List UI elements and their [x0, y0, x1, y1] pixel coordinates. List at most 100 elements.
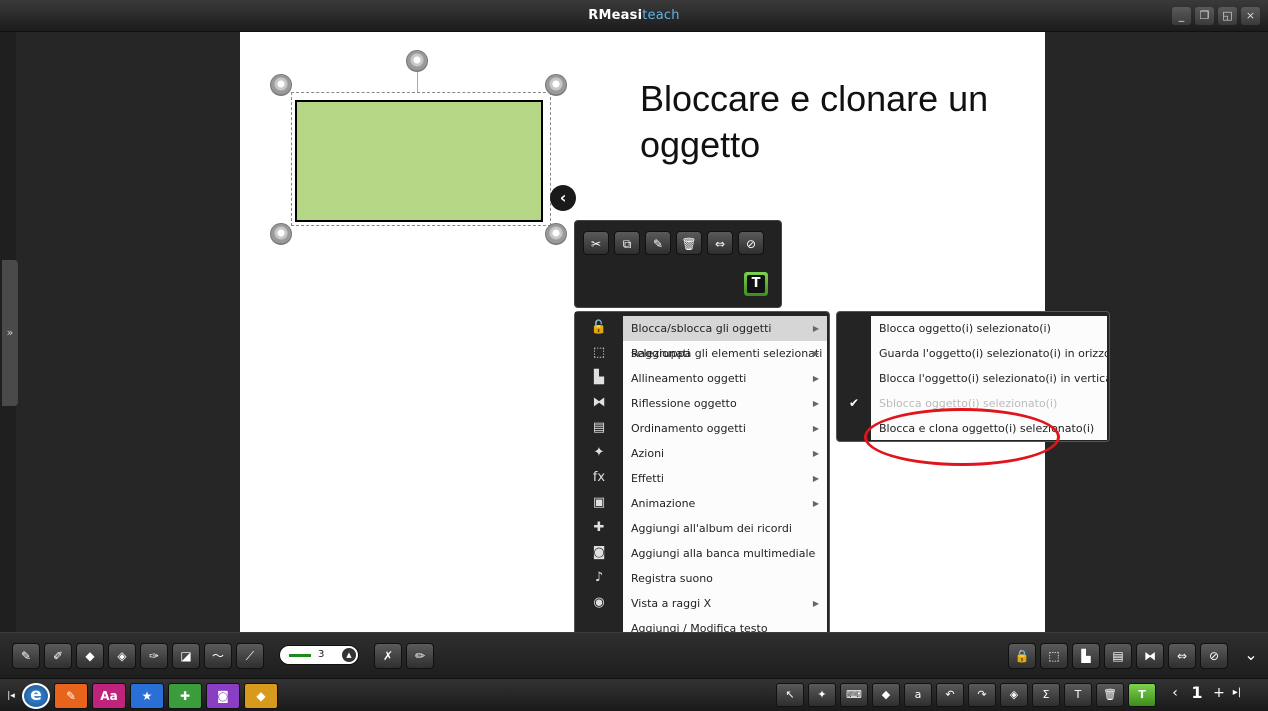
add-page-button[interactable]: + — [1212, 685, 1226, 701]
fill-icon[interactable]: ◈ — [108, 643, 136, 669]
copy-icon[interactable]: ⧉ — [614, 231, 640, 255]
first-page-button[interactable]: |◂ — [4, 691, 18, 701]
select-icon[interactable]: ↖ — [776, 683, 804, 707]
link-icon[interactable]: ⇔ — [1168, 643, 1196, 669]
submenu-item[interactable]: Guarda l'oggetto(i) selezionato(i) in or… — [871, 341, 1107, 366]
ruler-icon[interactable]: ✏ — [406, 643, 434, 669]
actions-icon: ✦ — [593, 445, 605, 460]
resize-handle-top-left[interactable] — [270, 74, 292, 96]
context-menu-item-label: Aggiungi alla banca multimediale — [631, 547, 816, 560]
text-cursor-icon[interactable]: T — [1064, 683, 1092, 707]
context-menu-item[interactable]: Ordinamento oggetti ▶ — [623, 416, 827, 441]
context-menu-item[interactable]: Azioni ▶ — [623, 441, 827, 466]
delete-icon[interactable]: 🗑 — [676, 231, 702, 255]
lock-text-icon[interactable]: a — [904, 683, 932, 707]
rotate-connector — [417, 70, 418, 92]
context-menu-item[interactable]: Raggruppa gli elementi selezionati ▶ — [623, 341, 827, 366]
camera-app-icon[interactable]: ◙ — [206, 683, 240, 709]
context-menu-item[interactable]: Animazione ▶ — [623, 491, 827, 516]
submenu-item[interactable]: Blocca l'oggetto(i) selezionato(i) in ve… — [871, 366, 1107, 391]
eraser-icon[interactable]: ◆ — [872, 683, 900, 707]
line-icon[interactable]: ⟋ — [236, 643, 264, 669]
fill-icon[interactable]: ◈ — [1000, 683, 1028, 707]
paint-app-icon[interactable]: ◆ — [244, 683, 278, 709]
restore-button[interactable]: ❐ — [1195, 7, 1214, 25]
link-icon[interactable]: ⇔ — [707, 231, 733, 255]
minimize-button[interactable]: _ — [1172, 7, 1191, 25]
more-tools-button[interactable]: ⌄ — [1240, 643, 1262, 669]
stars-app-icon[interactable]: ★ — [130, 683, 164, 709]
slide-title-text[interactable]: Bloccare e clonare un oggetto — [640, 76, 1000, 168]
line-color-swatch — [289, 654, 311, 657]
context-menu-item[interactable]: Riflessione oggetto ▶ — [623, 391, 827, 416]
pen-app-icon[interactable]: ✎ — [54, 683, 88, 709]
align-icon[interactable]: ▙ — [1072, 643, 1100, 669]
easiteach-logo-icon[interactable]: e — [22, 683, 50, 709]
rotate-handle[interactable] — [406, 50, 428, 72]
highlighter-icon[interactable]: ◆ — [76, 643, 104, 669]
delete-icon[interactable]: 🗑 — [1096, 683, 1124, 707]
clone-icon[interactable]: ⊘ — [738, 231, 764, 255]
resize-handle-bottom-right[interactable] — [545, 223, 567, 245]
context-menu-item-label: Raggruppa gli elementi selezionati — [631, 347, 823, 360]
context-menu-item[interactable]: Vista a raggi X ▶ — [623, 591, 827, 616]
magic-wand-icon[interactable]: ✗ — [374, 643, 402, 669]
text-app-icon[interactable]: Aa — [92, 683, 126, 709]
group-icon[interactable]: ⬚ — [1040, 643, 1068, 669]
submenu-arrow-icon: ▶ — [812, 499, 819, 508]
context-menu-item-label: Allineamento oggetti — [631, 372, 747, 385]
sigma-icon[interactable]: Σ — [1032, 683, 1060, 707]
page-number: 1 — [1191, 683, 1203, 702]
shape-icon[interactable]: ◪ — [172, 643, 200, 669]
context-menu-item-label: Riflessione oggetto — [631, 397, 737, 410]
resize-handle-top-right[interactable] — [545, 74, 567, 96]
keyboard-icon[interactable]: ⌨ — [840, 683, 868, 707]
collapse-menu-button[interactable]: ‹ — [550, 185, 576, 211]
freehand-line-icon[interactable]: 〜 — [204, 643, 232, 669]
pen-icon[interactable]: ✎ — [12, 643, 40, 669]
context-menu-item[interactable]: Blocca/sblocca gli oggetti selezionati ▶ — [623, 316, 827, 360]
mirror-icon: ⧓ — [592, 395, 606, 410]
line-width-control[interactable]: 3 ▲ — [279, 645, 359, 665]
close-button[interactable]: × — [1241, 7, 1260, 25]
effects-icon: fx — [592, 470, 606, 485]
mirror-icon[interactable]: ⧓ — [1136, 643, 1164, 669]
clone-icon[interactable]: ⊘ — [1200, 643, 1228, 669]
album-icon: ✚ — [593, 520, 605, 535]
lock-icon[interactable]: 🔒 — [1008, 643, 1036, 669]
last-page-button[interactable]: ▸| — [1230, 687, 1244, 698]
brush-icon[interactable]: ✑ — [140, 643, 168, 669]
text-tool-button[interactable]: T — [743, 271, 769, 297]
camera-icon: ◙ — [592, 545, 606, 560]
context-menu-item[interactable]: Aggiungi all'album dei ricordi — [623, 516, 827, 541]
context-menu-item[interactable]: Aggiungi alla banca multimediale — [623, 541, 827, 566]
line-width-spinner[interactable]: ▲ — [342, 648, 356, 662]
green-rectangle[interactable] — [295, 100, 543, 222]
plug-app-icon[interactable]: ✚ — [168, 683, 202, 709]
expand-panel-tab[interactable]: » — [2, 260, 18, 406]
context-menu-item[interactable]: Allineamento oggetti ▶ — [623, 366, 827, 391]
context-menu: 🔓 ⬚ ▙ ⧓ ▤ ✦ fx ▣ ✚ ◙ ♪ ◉ Blocca/sblocca gli oggetti… — [574, 311, 830, 643]
order-icon[interactable]: ▤ — [1104, 643, 1132, 669]
undo-icon[interactable]: ↶ — [936, 683, 964, 707]
context-menu-item-label: Aggiungi all'album dei ricordi — [631, 522, 792, 535]
title-accent: teach — [642, 8, 680, 23]
context-menu-item[interactable]: Registra suono — [623, 566, 827, 591]
resize-handle-bottom-left[interactable] — [270, 223, 292, 245]
xray-icon: ◉ — [593, 595, 605, 610]
smart-pen-icon[interactable]: ✐ — [44, 643, 72, 669]
redo-icon[interactable]: ↷ — [968, 683, 996, 707]
submenu-arrow-icon: ▶ — [812, 474, 819, 483]
context-menu-item[interactable]: Effetti ▶ — [623, 466, 827, 491]
text-tool-icon: T — [747, 275, 765, 293]
submenu-item[interactable]: Blocca oggetto(i) selezionato(i) — [871, 316, 1107, 341]
cut-icon[interactable]: ✂ — [583, 231, 609, 255]
page-navigation: ‹ 1 + ▸| — [1168, 683, 1244, 702]
context-menu-item-label: Effetti — [631, 472, 664, 485]
magic-select-icon[interactable]: ✦ — [808, 683, 836, 707]
text-box-icon[interactable]: T — [1128, 683, 1156, 707]
red-highlight-ellipse — [864, 408, 1060, 466]
fullscreen-button[interactable]: ◱ — [1218, 7, 1237, 25]
paste-icon[interactable]: ✎ — [645, 231, 671, 255]
prev-page-button[interactable]: ‹ — [1168, 685, 1182, 701]
